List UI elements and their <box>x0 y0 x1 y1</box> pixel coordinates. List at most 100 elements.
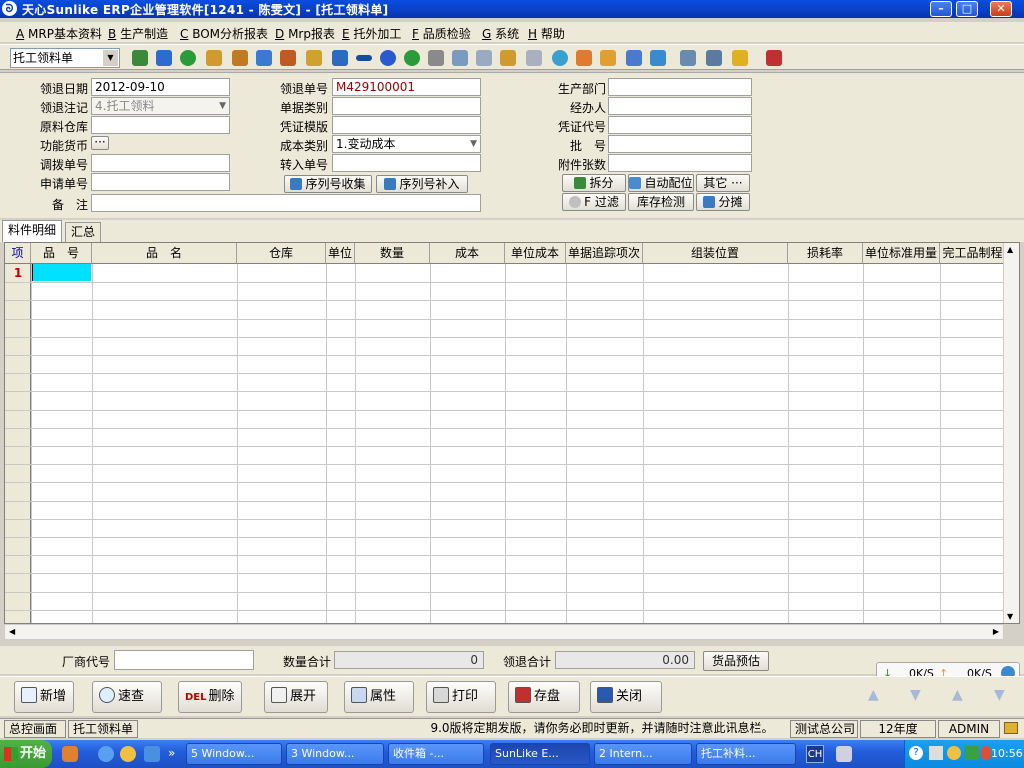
start-button[interactable]: 开始 <box>0 740 52 768</box>
col-loss-rate[interactable]: 损耗率 <box>788 243 863 264</box>
minimize-button[interactable]: – <box>930 1 952 17</box>
antivirus-icon[interactable] <box>981 746 991 760</box>
help-icon[interactable] <box>380 50 396 66</box>
window-icon[interactable] <box>680 50 696 66</box>
mark-select[interactable]: 4.托工领料 ▼ <box>91 97 230 115</box>
docno-field[interactable]: M429100001 <box>332 78 481 96</box>
menu-quality[interactable]: F 品质检验 <box>412 25 471 42</box>
delete-button[interactable]: DEL 删除 <box>178 681 242 713</box>
detail-grid[interactable]: 项 品 号 品 名 仓库 单位 数量 成本 单位成本 单据追踪项次 组装位置 损… <box>4 242 1020 624</box>
col-trace-item[interactable]: 单据追踪项次 <box>566 243 643 264</box>
estimate-button[interactable]: 货品预估 <box>703 651 769 671</box>
nav-last-icon[interactable]: ▼ <box>994 687 1005 703</box>
vertical-scrollbar[interactable]: ▲ ▼ <box>1003 243 1019 623</box>
col-assembly-position[interactable]: 组装位置 <box>643 243 788 264</box>
close-button[interactable]: 关闭 <box>590 681 662 713</box>
menu-outsourcing[interactable]: E 托外加工 <box>342 25 401 42</box>
col-finished-process[interactable]: 完工品制程 <box>940 243 1006 264</box>
exit-icon[interactable] <box>766 50 782 66</box>
col-quantity[interactable]: 数量 <box>355 243 430 264</box>
doctype-field[interactable] <box>332 97 481 115</box>
col-item-name[interactable]: 品 名 <box>92 243 237 264</box>
status-current-tab[interactable]: 托工领料单 <box>68 720 138 738</box>
col-warehouse[interactable]: 仓库 <box>237 243 326 264</box>
copy-icon[interactable] <box>526 50 542 66</box>
task-internet[interactable]: 2 Intern... <box>594 743 692 765</box>
nav-first-icon[interactable]: ▲ <box>868 687 879 703</box>
scroll-left-icon[interactable]: ◀ <box>9 627 15 636</box>
clock-app-icon[interactable] <box>120 746 136 762</box>
col-unit[interactable]: 单位 <box>326 243 355 264</box>
batch-field[interactable] <box>608 135 752 153</box>
maximize-button[interactable]: □ <box>956 1 978 17</box>
user-key-icon[interactable] <box>206 50 222 66</box>
nav-prev-icon[interactable]: ▼ <box>910 687 921 703</box>
handler-field[interactable] <box>608 97 752 115</box>
ime-indicator[interactable]: CH <box>806 745 824 763</box>
help-icon[interactable]: ? <box>909 746 923 760</box>
col-cost[interactable]: 成本 <box>430 243 505 264</box>
cascade-icon[interactable] <box>732 50 748 66</box>
task-inbox[interactable]: 收件箱 -... <box>388 743 484 765</box>
chevron-more-icon[interactable]: » <box>168 746 175 760</box>
menu-bom-report[interactable]: C BOM分析报表 <box>180 25 268 42</box>
chevron-down-icon[interactable]: ▼ <box>470 136 477 152</box>
split-button[interactable]: 拆分 <box>562 174 626 192</box>
scroll-up-icon[interactable]: ▲ <box>1007 245 1013 254</box>
close-window-button[interactable]: ✕ <box>990 1 1012 17</box>
tab-material-detail[interactable]: 料件明细 <box>2 220 63 242</box>
menu-help[interactable]: H 帮助 <box>528 25 565 42</box>
transfer-field[interactable] <box>91 154 230 172</box>
clock-icon[interactable] <box>947 746 961 760</box>
date-field[interactable]: 2012-09-10 <box>91 78 230 96</box>
tab-summary[interactable]: 汇总 <box>65 222 102 242</box>
expand-button[interactable]: 展开 <box>264 681 328 713</box>
export-icon[interactable] <box>626 50 642 66</box>
home-icon[interactable] <box>256 50 272 66</box>
form-select[interactable]: 托工领料单 ▼ <box>10 48 120 68</box>
quicklaunch-app-icon[interactable] <box>62 746 78 762</box>
print-button[interactable]: 打印 <box>426 681 496 713</box>
menu-production[interactable]: B 生产制造 <box>108 25 168 42</box>
voucher-code-field[interactable] <box>608 116 752 134</box>
transno-field[interactable] <box>332 154 481 172</box>
usb-icon[interactable] <box>929 746 943 760</box>
ie-window-icon[interactable] <box>144 746 160 762</box>
scroll-right-icon[interactable]: ▶ <box>993 627 999 636</box>
col-index[interactable]: 项 <box>5 243 31 264</box>
keyboard-icon[interactable] <box>836 746 852 762</box>
apply-field[interactable] <box>91 173 230 191</box>
filter-button[interactable]: F 过滤 <box>562 193 626 211</box>
task-outsourcing-supplement[interactable]: 托工补料... <box>696 743 796 765</box>
cancel-icon[interactable] <box>706 50 722 66</box>
stock-check-button[interactable]: 库存检测 <box>628 193 694 211</box>
phone-icon[interactable] <box>180 50 196 66</box>
costtype-select[interactable]: 1.变动成本 ▼ <box>332 135 481 153</box>
col-item-no[interactable]: 品 号 <box>31 243 92 264</box>
allocate-button[interactable]: 分摊 <box>696 193 750 211</box>
serial-add-button[interactable]: 序列号补入 <box>376 175 468 193</box>
cart-icon[interactable] <box>428 50 444 66</box>
task-sunlike[interactable]: SunLike E... <box>490 743 590 765</box>
auto-match-button[interactable]: 自动配位 <box>628 174 694 192</box>
currency-lookup-button[interactable]: ··· <box>91 136 109 150</box>
col-unit-cost[interactable]: 单位成本 <box>505 243 566 264</box>
mail-icon[interactable] <box>1004 722 1018 734</box>
ie-icon[interactable] <box>98 746 114 762</box>
chevron-down-icon[interactable]: ▼ <box>219 98 226 114</box>
remark-field[interactable] <box>91 194 481 212</box>
briefcase-icon[interactable] <box>232 50 248 66</box>
vendor-field[interactable] <box>114 650 254 670</box>
bell-icon[interactable] <box>576 50 592 66</box>
quick-search-button[interactable]: 速查 <box>92 681 162 713</box>
horizontal-scrollbar[interactable]: ◀ ▶ <box>4 624 1004 640</box>
refresh-circle-icon[interactable] <box>552 50 568 66</box>
return-icon[interactable] <box>452 50 468 66</box>
arrow-right-icon[interactable] <box>356 55 372 61</box>
document-icon[interactable] <box>332 50 348 66</box>
task-windows-5[interactable]: 5 Window... <box>186 743 282 765</box>
warehouse-field[interactable] <box>91 116 230 134</box>
serial-collect-button[interactable]: 序列号收集 <box>284 175 372 193</box>
col-standard-usage[interactable]: 单位标准用量 <box>863 243 940 264</box>
monitor-icon[interactable] <box>156 50 172 66</box>
